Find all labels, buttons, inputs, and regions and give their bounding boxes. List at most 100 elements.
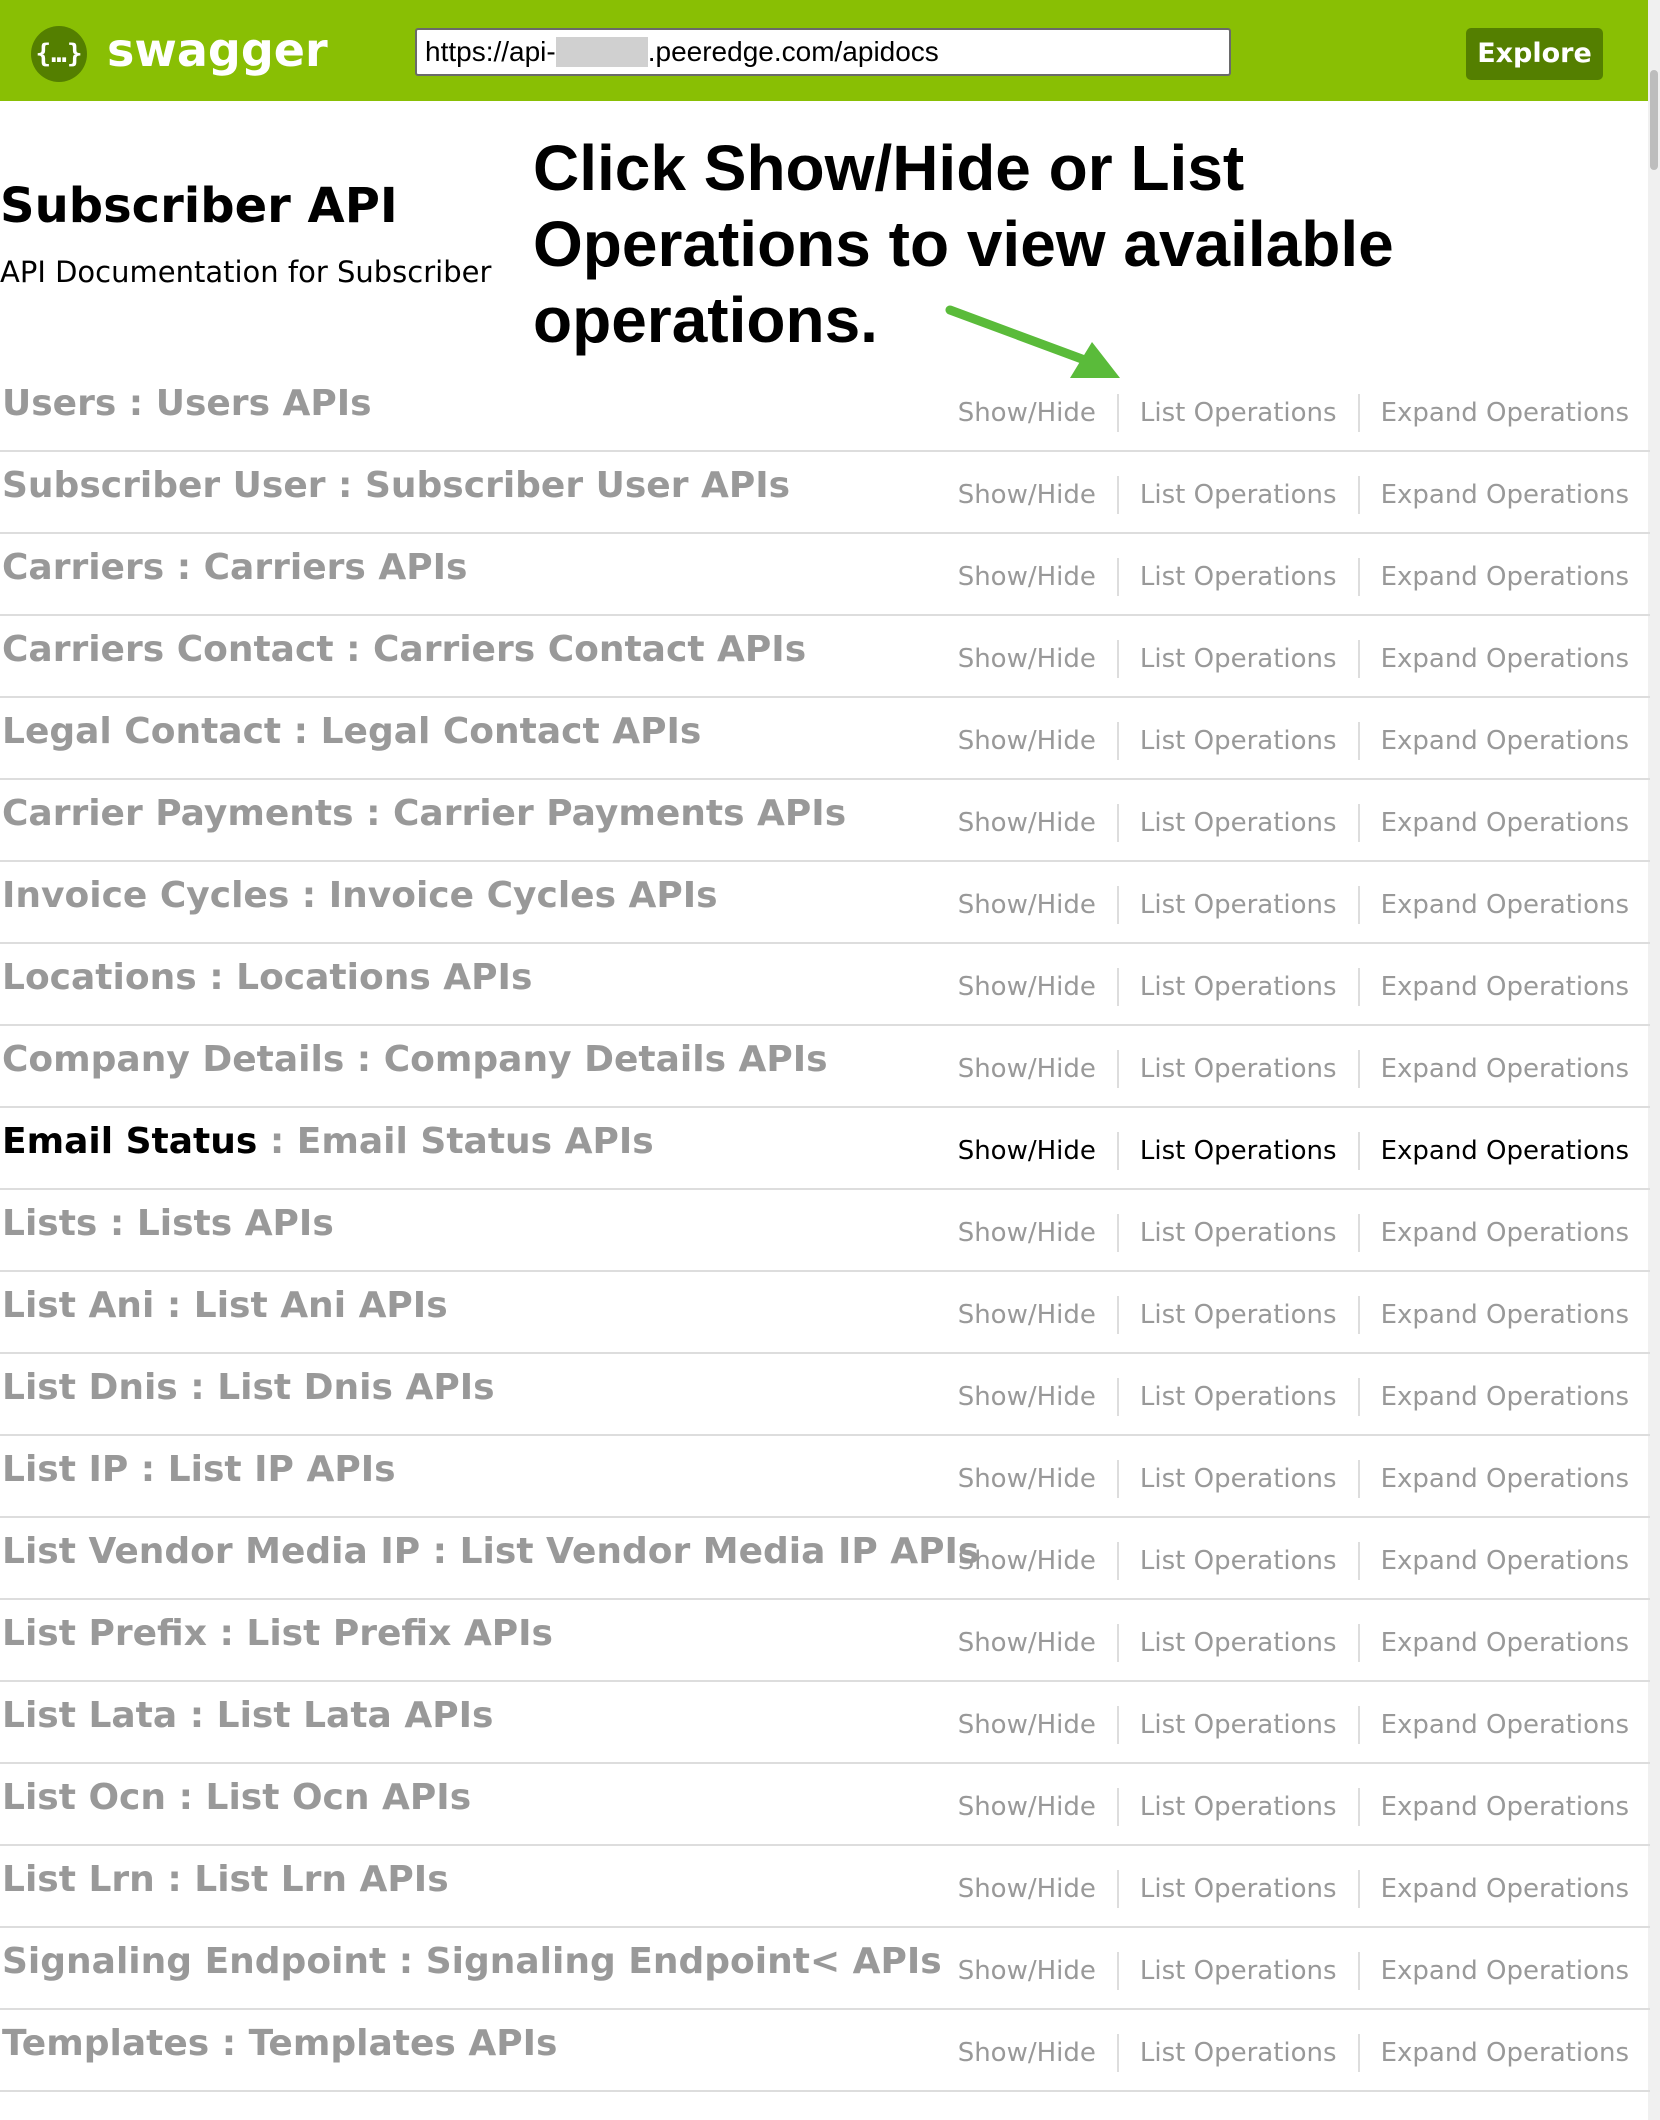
resource-name-link[interactable]: List IP: [2, 1449, 128, 1490]
show-hide-link[interactable]: Show/Hide: [937, 1378, 1117, 1416]
expand-operations-link[interactable]: Expand Operations: [1357, 1706, 1650, 1744]
list-operations-link[interactable]: List Operations: [1116, 2034, 1358, 2072]
resource-name-link[interactable]: Legal Contact: [2, 711, 281, 752]
list-operations-link[interactable]: List Operations: [1116, 1870, 1358, 1908]
show-hide-link[interactable]: Show/Hide: [937, 1952, 1117, 1990]
list-operations-link[interactable]: List Operations: [1116, 1952, 1358, 1990]
expand-operations-link[interactable]: Expand Operations: [1357, 804, 1650, 842]
list-operations-link[interactable]: List Operations: [1116, 1214, 1358, 1252]
api-url-input[interactable]: https://api- .peeredge.com/apidocs: [415, 28, 1231, 76]
resource-heading[interactable]: List Ani : List Ani APIs: [2, 1282, 448, 1330]
resource-name-link[interactable]: List Vendor Media IP: [2, 1531, 420, 1572]
expand-operations-link[interactable]: Expand Operations: [1357, 1132, 1650, 1170]
resource-name-link[interactable]: Signaling Endpoint: [2, 1941, 386, 1982]
resource-name-link[interactable]: List Prefix: [2, 1613, 207, 1654]
show-hide-link[interactable]: Show/Hide: [937, 476, 1117, 514]
resource-heading[interactable]: List Vendor Media IP : List Vendor Media…: [2, 1528, 979, 1576]
show-hide-link[interactable]: Show/Hide: [937, 2034, 1117, 2072]
list-operations-link[interactable]: List Operations: [1116, 722, 1358, 760]
resource-name-link[interactable]: Carriers Contact: [2, 629, 334, 670]
show-hide-link[interactable]: Show/Hide: [937, 804, 1117, 842]
resource-heading[interactable]: Company Details : Company Details APIs: [2, 1036, 828, 1084]
resource-heading[interactable]: List Lata : List Lata APIs: [2, 1692, 493, 1740]
show-hide-link[interactable]: Show/Hide: [937, 722, 1117, 760]
resource-name-link[interactable]: Locations: [2, 957, 197, 998]
explore-button[interactable]: Explore: [1466, 28, 1603, 80]
show-hide-link[interactable]: Show/Hide: [937, 1132, 1117, 1170]
resource-heading[interactable]: Carriers Contact : Carriers Contact APIs: [2, 626, 806, 674]
resource-heading[interactable]: Subscriber User : Subscriber User APIs: [2, 462, 790, 510]
resource-heading[interactable]: List Dnis : List Dnis APIs: [2, 1364, 495, 1412]
resource-heading[interactable]: List Prefix : List Prefix APIs: [2, 1610, 553, 1658]
resource-heading[interactable]: Locations : Locations APIs: [2, 954, 532, 1002]
show-hide-link[interactable]: Show/Hide: [937, 1296, 1117, 1334]
resource-name-link[interactable]: Subscriber User: [2, 465, 326, 506]
show-hide-link[interactable]: Show/Hide: [937, 640, 1117, 678]
show-hide-link[interactable]: Show/Hide: [937, 1460, 1117, 1498]
resource-name-link[interactable]: Users: [2, 383, 116, 424]
expand-operations-link[interactable]: Expand Operations: [1357, 476, 1650, 514]
show-hide-link[interactable]: Show/Hide: [937, 394, 1117, 432]
expand-operations-link[interactable]: Expand Operations: [1357, 1870, 1650, 1908]
show-hide-link[interactable]: Show/Hide: [937, 1788, 1117, 1826]
list-operations-link[interactable]: List Operations: [1116, 1050, 1358, 1088]
list-operations-link[interactable]: List Operations: [1116, 1132, 1358, 1170]
resource-name-link[interactable]: Carrier Payments: [2, 793, 354, 834]
resource-heading[interactable]: Legal Contact : Legal Contact APIs: [2, 708, 701, 756]
resource-name-link[interactable]: Invoice Cycles: [2, 875, 289, 916]
expand-operations-link[interactable]: Expand Operations: [1357, 1214, 1650, 1252]
resource-name-link[interactable]: List Lata: [2, 1695, 177, 1736]
list-operations-link[interactable]: List Operations: [1116, 886, 1358, 924]
list-operations-link[interactable]: List Operations: [1116, 394, 1358, 432]
resource-name-link[interactable]: List Ocn: [2, 1777, 166, 1818]
expand-operations-link[interactable]: Expand Operations: [1357, 886, 1650, 924]
list-operations-link[interactable]: List Operations: [1116, 1296, 1358, 1334]
resource-heading[interactable]: Signaling Endpoint : Signaling Endpoint<…: [2, 1938, 942, 1986]
expand-operations-link[interactable]: Expand Operations: [1357, 640, 1650, 678]
list-operations-link[interactable]: List Operations: [1116, 640, 1358, 678]
scrollbar-thumb[interactable]: [1650, 70, 1658, 170]
swagger-logo-text[interactable]: swagger: [107, 20, 328, 80]
expand-operations-link[interactable]: Expand Operations: [1357, 2034, 1650, 2072]
list-operations-link[interactable]: List Operations: [1116, 1460, 1358, 1498]
swagger-logo-icon[interactable]: {…}: [31, 26, 87, 82]
list-operations-link[interactable]: List Operations: [1116, 1542, 1358, 1580]
expand-operations-link[interactable]: Expand Operations: [1357, 394, 1650, 432]
list-operations-link[interactable]: List Operations: [1116, 804, 1358, 842]
resource-name-link[interactable]: Carriers: [2, 547, 164, 588]
show-hide-link[interactable]: Show/Hide: [937, 886, 1117, 924]
resource-heading[interactable]: Templates : Templates APIs: [2, 2020, 557, 2068]
show-hide-link[interactable]: Show/Hide: [937, 1870, 1117, 1908]
resource-name-link[interactable]: Company Details: [2, 1039, 344, 1080]
show-hide-link[interactable]: Show/Hide: [937, 1214, 1117, 1252]
expand-operations-link[interactable]: Expand Operations: [1357, 1542, 1650, 1580]
resource-heading[interactable]: List Lrn : List Lrn APIs: [2, 1856, 449, 1904]
expand-operations-link[interactable]: Expand Operations: [1357, 1050, 1650, 1088]
resource-name-link[interactable]: List Ani: [2, 1285, 154, 1326]
show-hide-link[interactable]: Show/Hide: [937, 1624, 1117, 1662]
list-operations-link[interactable]: List Operations: [1116, 1706, 1358, 1744]
expand-operations-link[interactable]: Expand Operations: [1357, 1952, 1650, 1990]
resource-name-link[interactable]: List Dnis: [2, 1367, 178, 1408]
resource-heading[interactable]: Carriers : Carriers APIs: [2, 544, 467, 592]
show-hide-link[interactable]: Show/Hide: [937, 1050, 1117, 1088]
resource-heading[interactable]: List IP : List IP APIs: [2, 1446, 396, 1494]
resource-heading[interactable]: Invoice Cycles : Invoice Cycles APIs: [2, 872, 718, 920]
expand-operations-link[interactable]: Expand Operations: [1357, 968, 1650, 1006]
list-operations-link[interactable]: List Operations: [1116, 968, 1358, 1006]
resource-heading[interactable]: Carrier Payments : Carrier Payments APIs: [2, 790, 846, 838]
resource-name-link[interactable]: Templates: [2, 2023, 209, 2064]
resource-name-link[interactable]: Lists: [2, 1203, 97, 1244]
show-hide-link[interactable]: Show/Hide: [937, 968, 1117, 1006]
show-hide-link[interactable]: Show/Hide: [937, 1706, 1117, 1744]
expand-operations-link[interactable]: Expand Operations: [1357, 1378, 1650, 1416]
list-operations-link[interactable]: List Operations: [1116, 1624, 1358, 1662]
expand-operations-link[interactable]: Expand Operations: [1357, 722, 1650, 760]
expand-operations-link[interactable]: Expand Operations: [1357, 1296, 1650, 1334]
resource-name-link[interactable]: List Lrn: [2, 1859, 155, 1900]
expand-operations-link[interactable]: Expand Operations: [1357, 1624, 1650, 1662]
resource-heading[interactable]: Email Status : Email Status APIs: [2, 1118, 654, 1166]
expand-operations-link[interactable]: Expand Operations: [1357, 1460, 1650, 1498]
show-hide-link[interactable]: Show/Hide: [937, 558, 1117, 596]
show-hide-link[interactable]: Show/Hide: [937, 1542, 1117, 1580]
